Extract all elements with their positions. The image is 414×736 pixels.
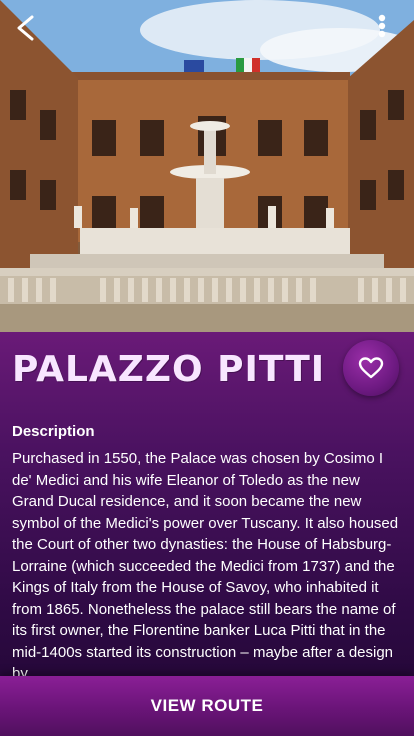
view-route-label: VIEW ROUTE: [150, 696, 264, 715]
view-route-button[interactable]: VIEW ROUTE: [0, 676, 414, 736]
place-title: PALAZZO PITTI: [12, 349, 326, 390]
chevron-left-icon: [17, 15, 34, 41]
hero-image: [0, 0, 414, 332]
favorite-button[interactable]: [343, 340, 399, 396]
heart-outline-icon: [358, 357, 384, 379]
more-options-button[interactable]: [378, 14, 406, 50]
description-text: Purchased in 1550, the Palace was chosen…: [12, 450, 399, 676]
description-heading: Description: [12, 423, 95, 440]
back-button[interactable]: [14, 14, 50, 50]
more-vertical-icon: [378, 14, 386, 38]
palazzo-pitti-photo: [0, 0, 414, 332]
